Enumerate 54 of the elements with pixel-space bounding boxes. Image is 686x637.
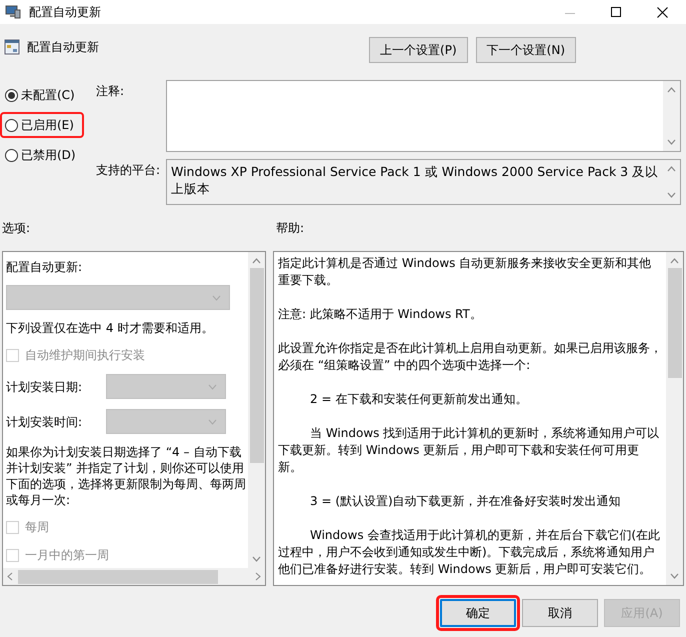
scroll-up-icon[interactable] bbox=[670, 258, 679, 264]
help-paragraph: 当 Windows 找到适用于此计算机的更新时，系统将通知用户可以下载更新。转到 Windows 更新后，用户即可下载和安装任何可用更新。 bbox=[278, 425, 660, 476]
minimize-icon[interactable] bbox=[565, 13, 575, 15]
scroll-down-icon[interactable] bbox=[667, 139, 676, 145]
maximize-icon[interactable] bbox=[611, 7, 621, 17]
horizontal-scrollbar[interactable] bbox=[3, 568, 265, 585]
scroll-up-icon[interactable] bbox=[252, 258, 261, 264]
vertical-scrollbar[interactable] bbox=[666, 252, 683, 585]
scroll-up-icon[interactable] bbox=[667, 87, 676, 93]
radio-option[interactable]: 未配置(C) bbox=[2, 84, 83, 106]
option-text: 配置自动更新: bbox=[6, 259, 84, 275]
radio-option[interactable]: 已启用(E) bbox=[2, 114, 82, 136]
comment-field[interactable] bbox=[166, 80, 681, 152]
help-paragraph: 指定此计算机是否通过 Windows 自动更新服务来接收安全更新和其他重要下载。 bbox=[278, 255, 652, 289]
options-label: 选项: bbox=[1, 220, 32, 237]
field-label: 计划安装时间: bbox=[6, 414, 84, 430]
field-label: 计划安装日期: bbox=[6, 378, 84, 396]
scroll-up-icon[interactable] bbox=[667, 166, 676, 172]
radio-option[interactable]: 已禁用(D) bbox=[2, 144, 84, 166]
scroll-down-icon[interactable] bbox=[667, 192, 676, 198]
vertical-scrollbar[interactable] bbox=[248, 252, 265, 568]
dropdown-caret-icon bbox=[208, 418, 217, 424]
help-paragraph: 此设置允许你指定是否在此计算机上启用自动更新。如果已启用该服务，必须在 “组策略设置” 中的四个选项中选择一个: bbox=[278, 340, 662, 374]
policy-icon bbox=[4, 39, 20, 55]
vertical-scrollbar[interactable] bbox=[663, 81, 680, 151]
dropdown-caret-icon bbox=[212, 294, 221, 300]
platform-text: Windows XP Professional Service Pack 1 或 Windows 2000 Service Pack 3 及以上版本 bbox=[170, 163, 660, 198]
help-paragraph: 2 = 在下载和安装任何更新前发出通知。 bbox=[309, 391, 528, 408]
setting-title: 配置自动更新 bbox=[27, 39, 99, 56]
option-text: 如果你为计划安装日期选择了 “4 – 自动下载并计划安装” 并指定了计划，则你还可以使用下面的选项，选择将更新限制为每周、每两周或每月一次: bbox=[6, 444, 247, 508]
scroll-down-icon[interactable] bbox=[670, 573, 679, 579]
comment-label: 注释: bbox=[95, 83, 126, 100]
scroll-down-icon[interactable] bbox=[252, 556, 261, 562]
dialog-button[interactable]: 取消 bbox=[522, 599, 598, 627]
help-paragraph: 注意: 此策略不适用于 Windows RT。 bbox=[278, 306, 483, 323]
window-title: 配置自动更新 bbox=[29, 4, 101, 21]
checkbox[interactable] bbox=[6, 348, 19, 362]
scroll-right-icon[interactable] bbox=[255, 572, 261, 581]
dropdown-caret-icon bbox=[208, 384, 217, 390]
scroll-left-icon[interactable] bbox=[7, 572, 13, 581]
close-icon[interactable] bbox=[657, 6, 668, 18]
checkbox-label: 自动维护期间执行安装 bbox=[25, 347, 145, 364]
computer-icon bbox=[5, 5, 21, 19]
nav-button[interactable]: 下一个设置(N) bbox=[476, 37, 576, 63]
help-paragraph: Windows 会查找适用于此计算机的更新，并在后台下载它们(在此过程中，用户不会收到通知或发生中断)。下载完成后，系统将通知用户他们已准备好进行安装。转到 Windows 更新后，用户即可安装它们。 bbox=[278, 527, 662, 578]
platform-label: 支持的平台: bbox=[95, 162, 162, 179]
nav-button[interactable]: 上一个设置(P) bbox=[369, 37, 468, 63]
checkbox[interactable] bbox=[6, 548, 19, 562]
checkbox[interactable] bbox=[6, 520, 19, 534]
option-text: 下列设置仅在选中 4 时才需要和适用。 bbox=[6, 320, 214, 336]
help-label: 帮助: bbox=[276, 220, 304, 237]
checkbox-label: 一月中的第一周 bbox=[25, 547, 109, 564]
checkbox-label: 每周 bbox=[25, 519, 49, 536]
help-paragraph: 3 = (默认设置)自动下载更新，并在准备好安装时发出通知 bbox=[309, 493, 622, 510]
